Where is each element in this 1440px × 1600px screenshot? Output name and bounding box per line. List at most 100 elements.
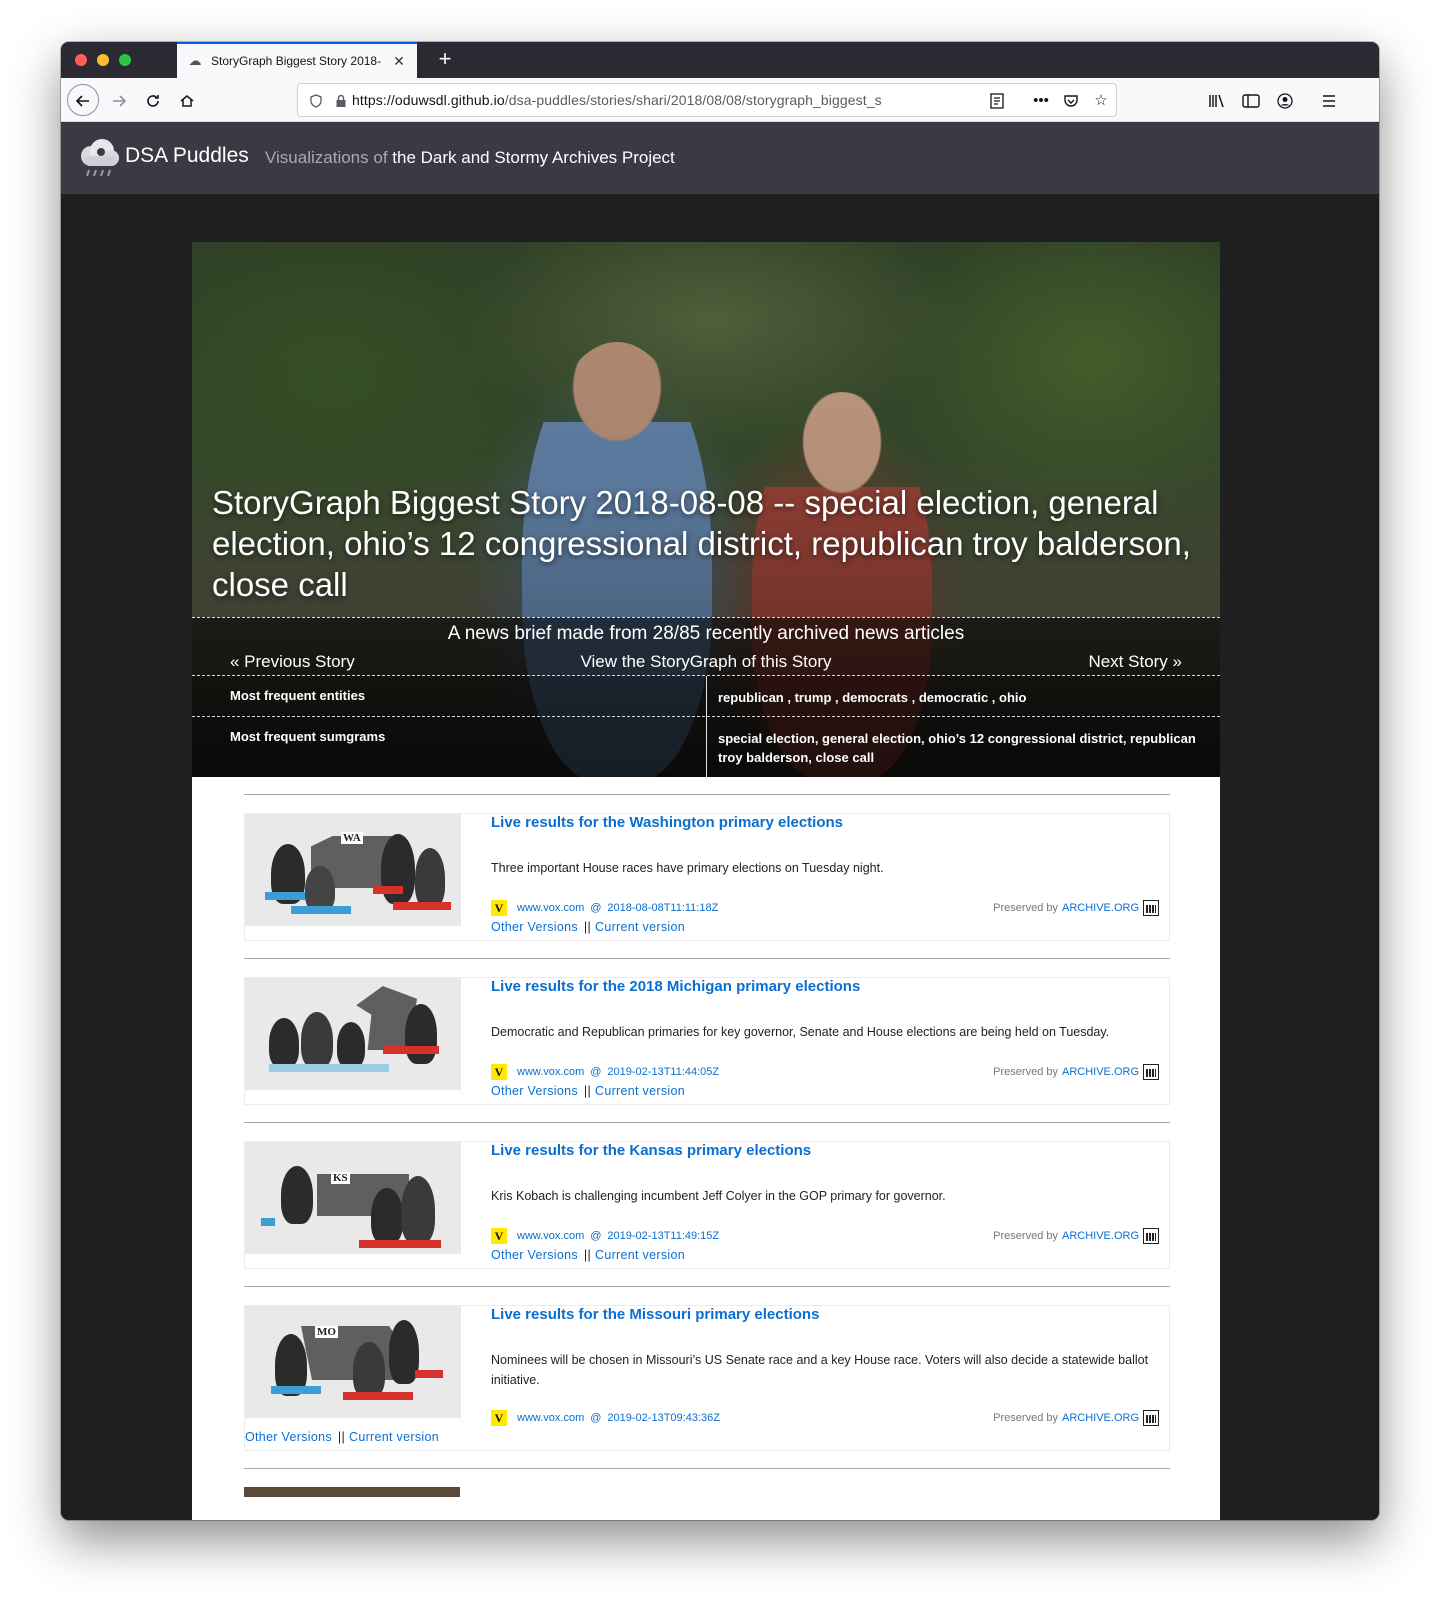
candidate-photo	[405, 1004, 437, 1064]
home-button[interactable]	[175, 88, 199, 112]
version-links: Other Versions || Current version	[491, 920, 685, 934]
pocket-icon[interactable]	[1056, 92, 1086, 109]
other-versions-link[interactable]: Other Versions	[491, 920, 578, 934]
bookmark-star-icon[interactable]: ☆	[1086, 91, 1116, 109]
account-icon[interactable]	[1273, 88, 1297, 112]
story-thumbnail[interactable]: MO	[245, 1306, 461, 1418]
party-bar	[415, 1370, 443, 1378]
next-story-link[interactable]: Next Story »	[1088, 649, 1182, 675]
storm-cloud-logo-icon[interactable]	[77, 134, 121, 182]
candidate-photo	[281, 1166, 313, 1224]
reload-icon	[147, 95, 159, 107]
current-version-link[interactable]: Current version	[595, 1084, 685, 1098]
sumgrams-value: special election, general election, ohio…	[718, 731, 1196, 765]
story-item: KS Live results for the Kansas primary e…	[244, 1122, 1170, 1286]
other-versions-link[interactable]: Other Versions	[491, 1248, 578, 1262]
entities-label: Most frequent entities	[230, 688, 366, 703]
version-separator: ||	[337, 1430, 345, 1444]
vox-logo-icon: V	[491, 1228, 507, 1244]
archive-org-icon[interactable]	[1143, 1228, 1159, 1244]
tagline-prefix: Visualizations of	[265, 148, 388, 167]
minimize-window-button[interactable]	[97, 54, 109, 66]
site-tagline: Visualizations of the Dark and Stormy Ar…	[265, 148, 675, 168]
reload-button[interactable]	[141, 88, 165, 112]
memento-datetime[interactable]: 2019-02-13T09:43:36Z	[607, 1412, 720, 1424]
zoom-window-button[interactable]	[119, 54, 131, 66]
story-item: WA Live results for the Washington prima…	[244, 794, 1170, 958]
sidebar-icon[interactable]	[1239, 88, 1263, 112]
previous-story-link[interactable]: « Previous Story	[230, 649, 355, 675]
party-bar	[359, 1240, 441, 1248]
source-domain[interactable]: www.vox.com	[517, 902, 584, 914]
archive-org-icon[interactable]	[1143, 900, 1159, 916]
story-thumbnail[interactable]: KS	[245, 1142, 461, 1254]
candidate-photo	[269, 1018, 299, 1068]
at-symbol: @	[590, 1412, 602, 1424]
archive-org-link[interactable]: ARCHIVE.ORG	[1062, 902, 1139, 914]
archive-org-link[interactable]: ARCHIVE.ORG	[1062, 1230, 1139, 1242]
preserved-by-label: Preserved by	[993, 902, 1058, 914]
lock-icon[interactable]	[330, 92, 352, 108]
story-card: MO Live results for the Missouri primary…	[244, 1305, 1170, 1451]
memento-datetime[interactable]: 2019-02-13T11:44:05Z	[607, 1066, 719, 1078]
story-source: V www.vox.com @ 2019-02-13T09:43:36Z	[491, 1410, 720, 1426]
library-icon[interactable]	[1205, 88, 1229, 112]
current-version-link[interactable]: Current version	[595, 1248, 685, 1262]
archive-org-link[interactable]: ARCHIVE.ORG	[1062, 1066, 1139, 1078]
party-bar	[269, 1064, 389, 1072]
story-description: Three important House races have primary…	[491, 861, 884, 875]
source-domain[interactable]: www.vox.com	[517, 1066, 584, 1078]
other-versions-link[interactable]: Other Versions	[491, 1084, 578, 1098]
source-domain[interactable]: www.vox.com	[517, 1230, 584, 1242]
current-version-link[interactable]: Current version	[595, 920, 685, 934]
state-label: MO	[315, 1326, 338, 1338]
navigation-toolbar: https://oduwsdl.github.io/dsa-puddles/st…	[61, 78, 1379, 122]
preserved-by-label: Preserved by	[993, 1230, 1058, 1242]
archive-org-link[interactable]: ARCHIVE.ORG	[1062, 1412, 1139, 1424]
current-version-link[interactable]: Current version	[349, 1430, 439, 1444]
story-thumbnail[interactable]	[245, 978, 461, 1090]
new-tab-button[interactable]: +	[433, 48, 457, 72]
vox-logo-icon: V	[491, 1410, 507, 1426]
close-window-button[interactable]	[75, 54, 87, 66]
story-title-link[interactable]: Live results for the 2018 Michigan prima…	[491, 978, 860, 995]
story-title: StoryGraph Biggest Story 2018-08-08 -- s…	[212, 484, 1191, 603]
site-brand[interactable]: DSA Puddles	[125, 144, 249, 168]
address-bar[interactable]: https://oduwsdl.github.io/dsa-puddles/st…	[297, 83, 1117, 117]
story-thumbnail[interactable]	[244, 1487, 460, 1497]
story-description: Democratic and Republican primaries for …	[491, 1025, 1110, 1039]
story-title-link[interactable]: Live results for the Missouri primary el…	[491, 1306, 819, 1323]
content-column: StoryGraph Biggest Story 2018-08-08 -- s…	[192, 242, 1220, 1520]
memento-datetime[interactable]: 2019-02-13T11:49:15Z	[607, 1230, 719, 1242]
more-actions-icon[interactable]: •••	[1026, 92, 1056, 109]
back-button[interactable]	[67, 84, 99, 116]
story-card: KS Live results for the Kansas primary e…	[244, 1141, 1170, 1269]
archive-org-icon[interactable]	[1143, 1410, 1159, 1426]
other-versions-link[interactable]: Other Versions	[245, 1430, 332, 1444]
menu-icon[interactable]	[1317, 88, 1341, 112]
entities-value: republican , trump , democrats , democra…	[718, 690, 1027, 705]
preserved-by: Preserved by ARCHIVE.ORG	[993, 1228, 1159, 1244]
story-card: WA Live results for the Washington prima…	[244, 813, 1170, 941]
active-tab[interactable]: ☁ StoryGraph Biggest Story 2018- ✕	[177, 42, 417, 78]
table-divider	[706, 676, 707, 777]
version-links: Other Versions || Current version	[491, 1248, 685, 1262]
tracking-shield-icon[interactable]	[302, 92, 330, 108]
story-source: V www.vox.com @ 2018-08-08T11:11:18Z	[491, 900, 718, 916]
story-item: Live results for the 2018 Michigan prima…	[244, 958, 1170, 1122]
story-title-link[interactable]: Live results for the Washington primary …	[491, 814, 843, 831]
memento-datetime[interactable]: 2018-08-08T11:11:18Z	[607, 902, 718, 914]
tab-close-icon[interactable]: ✕	[391, 53, 407, 70]
at-symbol: @	[590, 1066, 602, 1078]
archive-org-icon[interactable]	[1143, 1064, 1159, 1080]
url-text[interactable]: https://oduwsdl.github.io/dsa-puddles/st…	[352, 92, 982, 108]
reader-view-icon[interactable]	[982, 91, 1012, 109]
story-title-link[interactable]: Live results for the Kansas primary elec…	[491, 1142, 811, 1159]
story-thumbnail[interactable]: WA	[245, 814, 461, 926]
source-domain[interactable]: www.vox.com	[517, 1412, 584, 1424]
story-list: WA Live results for the Washington prima…	[244, 794, 1170, 1508]
story-description: Kris Kobach is challenging incumbent Jef…	[491, 1189, 946, 1203]
party-bar	[393, 902, 451, 910]
forward-button[interactable]	[107, 88, 131, 112]
preserved-by: Preserved by ARCHIVE.ORG	[993, 1410, 1159, 1426]
